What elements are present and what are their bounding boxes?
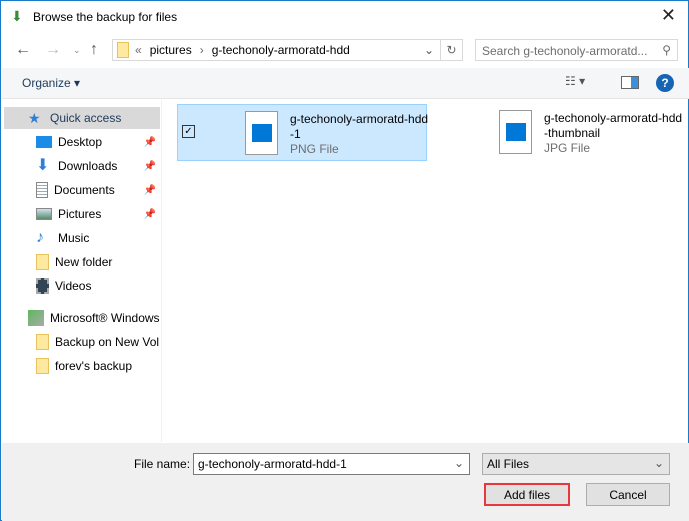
- folder-icon: [36, 358, 49, 374]
- desktop-icon: [36, 136, 52, 148]
- sidebar-label: Quick access: [50, 111, 122, 125]
- close-button[interactable]: ✕: [661, 5, 676, 26]
- pin-icon: 📌: [143, 208, 156, 220]
- sidebar-item-backup-new-vol[interactable]: Backup on New Vol: [4, 331, 160, 353]
- back-button[interactable]: ←: [15, 41, 31, 59]
- address-bar[interactable]: « pictures › g-techonoly-armoratd-hdd ⌄ …: [112, 39, 463, 61]
- sidebar-label: Pictures: [58, 207, 102, 221]
- recent-dropdown[interactable]: ⌄: [73, 45, 81, 56]
- folder-icon: [117, 42, 129, 58]
- up-button[interactable]: ↑: [90, 41, 98, 59]
- sidebar-label: Videos: [55, 279, 92, 293]
- sidebar-item-new-folder[interactable]: New folder: [4, 251, 160, 273]
- sidebar-item-desktop[interactable]: Desktop 📌: [4, 131, 160, 153]
- sidebar-label: Backup on New Vol: [55, 335, 160, 349]
- sidebar-item-quick-access[interactable]: ★ Quick access: [4, 107, 160, 129]
- pin-icon: 📌: [143, 160, 156, 172]
- video-icon: [36, 278, 49, 294]
- checkbox[interactable]: ✓: [182, 125, 195, 138]
- add-files-label: Add files: [503, 487, 551, 502]
- add-files-button[interactable]: Add files: [484, 483, 570, 506]
- file-name: g-techonoly-armoratd-hdd-thumbnail JPG Fi…: [544, 111, 683, 155]
- file-type-value: All Files: [487, 457, 530, 471]
- organize-button[interactable]: Organize ▾: [22, 76, 80, 90]
- sidebar-item-videos[interactable]: Videos: [4, 275, 160, 297]
- download-icon: ⬇: [36, 157, 50, 174]
- file-type: PNG File: [290, 142, 339, 156]
- star-icon: ★: [28, 110, 41, 126]
- file-type: JPG File: [544, 141, 591, 155]
- forward-button[interactable]: →: [45, 41, 61, 59]
- file-type-select[interactable]: All Files ⌄: [482, 453, 670, 475]
- address-dropdown[interactable]: ⌄: [424, 43, 434, 57]
- sidebar-item-windows-backup[interactable]: Microsoft® Windows: [4, 307, 160, 329]
- backup-app-icon: ⬇: [11, 8, 23, 24]
- backup-icon: [28, 310, 44, 326]
- file-name-label: File name:: [134, 457, 191, 471]
- sidebar-item-music[interactable]: ♪ Music: [4, 227, 160, 249]
- dialog-title: Browse the backup for files: [33, 10, 178, 24]
- sidebar-label: forev's backup: [55, 359, 132, 373]
- sidebar-label: Downloads: [58, 159, 118, 173]
- chevron-down-icon: ⌄: [653, 456, 664, 470]
- pin-icon: 📌: [143, 184, 156, 196]
- sidebar-item-pictures[interactable]: Pictures 📌: [4, 203, 160, 225]
- navigation-pane: ★ Quick access Desktop 📌 ⬇ Downloads 📌 Docum…: [2, 100, 162, 442]
- file-item[interactable]: ✓ g-techonoly-armoratd-hdd-1 PNG File: [177, 104, 429, 161]
- file-name-value: g-techonoly-armoratd-hdd-1: [198, 457, 347, 471]
- breadcrumb-current[interactable]: g-techonoly-armoratd-hdd: [212, 43, 350, 57]
- toolbar: Organize ▾ ☷ ▾ ?: [2, 68, 689, 99]
- breadcrumb-pictures[interactable]: pictures: [150, 43, 192, 57]
- sidebar-label: New folder: [55, 255, 113, 269]
- help-button[interactable]: ?: [656, 74, 674, 92]
- sidebar-label: Music: [58, 231, 90, 245]
- file-item[interactable]: g-techonoly-armoratd-hdd-thumbnail JPG Fi…: [432, 104, 682, 161]
- refresh-button[interactable]: ↻: [440, 40, 462, 60]
- image-file-icon: [499, 110, 532, 154]
- file-name: g-techonoly-armoratd-hdd-1 PNG File: [290, 112, 429, 156]
- preview-pane-button[interactable]: [621, 76, 639, 89]
- document-icon: [36, 182, 48, 198]
- chevron-right-icon: ›: [199, 43, 204, 57]
- cancel-button[interactable]: Cancel: [586, 483, 670, 506]
- search-input[interactable]: Search g-techonoly-armoratd... ⚲: [475, 39, 678, 61]
- sidebar-label: Documents: [54, 183, 115, 197]
- folder-icon: [36, 254, 49, 270]
- sidebar-item-downloads[interactable]: ⬇ Downloads 📌: [4, 155, 160, 177]
- music-icon: ♪: [36, 229, 44, 246]
- search-placeholder: Search g-techonoly-armoratd...: [482, 44, 648, 58]
- sidebar-item-documents[interactable]: Documents 📌: [4, 179, 160, 201]
- sidebar-label: Desktop: [58, 135, 103, 149]
- cancel-label: Cancel: [609, 487, 647, 502]
- pictures-icon: [36, 208, 52, 220]
- pin-icon: 📌: [143, 136, 156, 148]
- browse-dialog: ⬇ Browse the backup for files ✕ ← → ⌄ ↑ …: [0, 0, 689, 521]
- search-icon: ⚲: [662, 43, 671, 57]
- sidebar-label: Microsoft® Windows: [50, 311, 160, 325]
- image-file-icon: [245, 111, 278, 155]
- folder-icon: [36, 334, 49, 350]
- chevron-down-icon[interactable]: ⌄: [454, 456, 464, 470]
- sidebar-item-forev-backup[interactable]: forev's backup: [4, 355, 160, 377]
- breadcrumb-overflow[interactable]: «: [135, 43, 142, 57]
- file-name-input[interactable]: g-techonoly-armoratd-hdd-1 ⌄: [193, 453, 470, 475]
- view-options-button[interactable]: ☷ ▾: [565, 74, 585, 88]
- dialog-footer: File name: g-techonoly-armoratd-hdd-1 ⌄ A…: [2, 443, 689, 521]
